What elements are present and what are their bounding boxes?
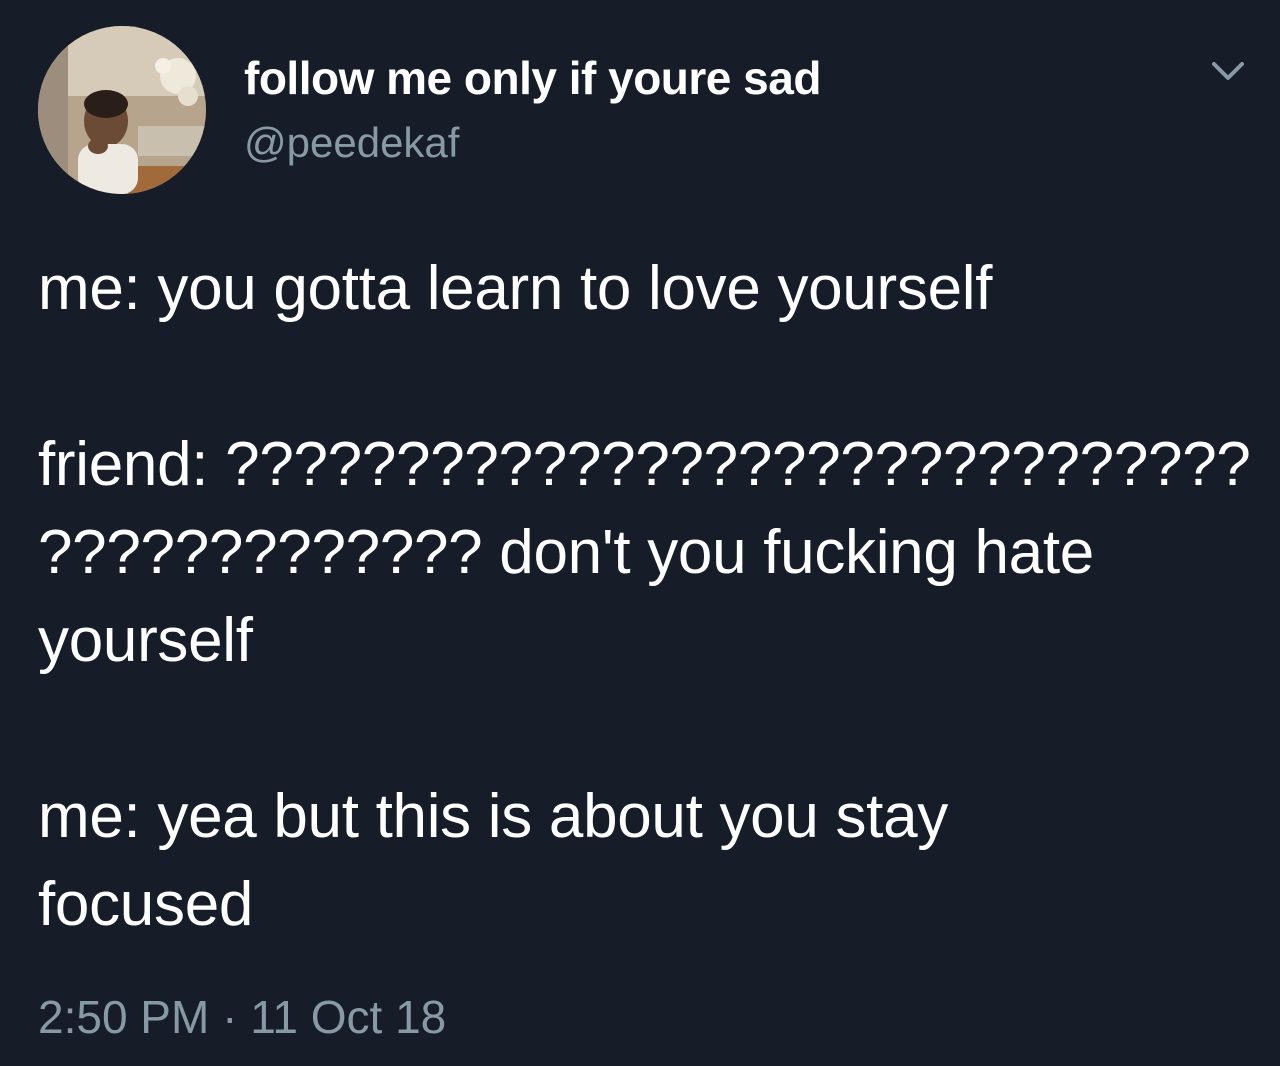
meta-separator: · xyxy=(209,991,251,1043)
display-name[interactable]: follow me only if youre sad xyxy=(244,50,821,106)
user-handle[interactable]: @peedekaf xyxy=(244,117,459,169)
chevron-down-icon[interactable] xyxy=(1208,56,1248,88)
tweet-line: me: you gotta learn to love yourself xyxy=(38,254,993,323)
tweet-line: ????????????? don't you fucking hate xyxy=(38,518,1094,587)
tweet-date: 11 Oct 18 xyxy=(250,991,447,1043)
tweet-line-blank xyxy=(38,333,1248,421)
tweet-line: focused xyxy=(38,870,254,939)
tweet-text: me: you gotta learn to love yourself fri… xyxy=(38,245,1251,949)
tweet-line: friend: ?????????????????????????????? xyxy=(38,430,1251,499)
tweet-line: me: yea but this is about you stay xyxy=(38,782,948,851)
tweet-timestamp[interactable]: 2:50 PM · 11 Oct 18 xyxy=(38,987,446,1047)
tweet-time: 2:50 PM xyxy=(38,991,210,1043)
profile-photo-icon xyxy=(38,26,206,194)
avatar[interactable] xyxy=(38,26,206,194)
tweet-line: yourself xyxy=(38,606,253,675)
tweet-card: follow me only if youre sad @peedekaf me… xyxy=(0,0,1280,1066)
tweet-line-blank xyxy=(38,685,1248,773)
